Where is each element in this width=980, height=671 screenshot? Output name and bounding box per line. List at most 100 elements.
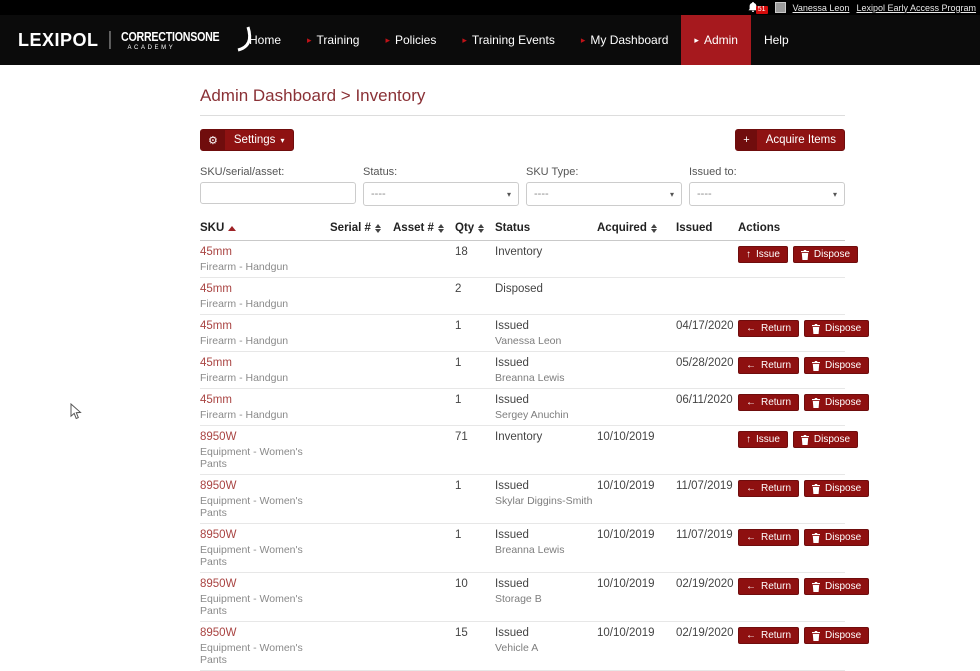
sku-link[interactable]: 45mm <box>200 246 232 258</box>
sku-category: Firearm - Handgun <box>200 298 289 310</box>
column-header-serial[interactable]: Serial # <box>330 222 393 234</box>
academy-text: ACADEMY <box>127 45 176 51</box>
acquire-items-button[interactable]: + Acquire Items <box>735 129 845 151</box>
dispose-button[interactable]: Dispose <box>804 357 870 374</box>
return-button[interactable]: ← Return <box>738 357 800 374</box>
sku-filter-input[interactable] <box>200 182 356 204</box>
return-button[interactable]: ← Return <box>738 480 800 497</box>
caret-down-icon: ▾ <box>280 135 285 145</box>
cell-status: Issued Skylar Diggins-Smith <box>495 480 597 519</box>
lexipol-wordmark: LEXIPOL <box>18 29 99 50</box>
cell-status: Issued Breanna Lewis <box>495 529 597 568</box>
issue-button[interactable]: ↑ Issue <box>738 246 788 263</box>
status-text: Issued <box>495 394 529 406</box>
settings-button[interactable]: ⚙ Settings ▾ <box>200 129 295 151</box>
return-arrow-icon: ← <box>746 359 756 371</box>
column-header-label: Qty <box>455 222 475 234</box>
nav-items: Home ▸ Training ▸ Policies ▸ Training Ev… <box>236 15 980 65</box>
nav-item-policies[interactable]: ▸ Policies <box>372 15 449 65</box>
cell-qty: 1 <box>455 480 462 492</box>
avatar[interactable] <box>774 2 786 13</box>
status-assignee: Vehicle A <box>495 642 539 654</box>
status-text: Issued <box>495 480 529 492</box>
filter-status: Status: ---- ▾ <box>363 166 519 206</box>
return-button[interactable]: ← Return <box>738 627 800 644</box>
cell-serial <box>330 480 393 519</box>
column-header-label: SKU <box>200 222 225 234</box>
issue-button-label: Issue <box>756 249 780 260</box>
cell-sku: 45mm Firearm - Handgun <box>200 394 330 421</box>
status-filter-select[interactable]: ---- ▾ <box>363 182 519 206</box>
column-header-sku[interactable]: SKU <box>200 222 330 234</box>
dispose-button[interactable]: Dispose <box>804 394 870 411</box>
sku-type-filter-value: ---- <box>534 188 549 200</box>
sku-link[interactable]: 8950W <box>200 529 236 541</box>
dispose-button[interactable]: Dispose <box>804 480 870 497</box>
nav-item-training-events[interactable]: ▸ Training Events <box>449 15 567 65</box>
cell-acquired: 10/10/2019 <box>597 578 655 590</box>
sku-link[interactable]: 45mm <box>200 357 232 369</box>
acquire-items-button-label: Acquire Items <box>765 134 836 146</box>
sku-link[interactable]: 8950W <box>200 431 236 443</box>
sku-link[interactable]: 45mm <box>200 394 232 406</box>
nav-item-training[interactable]: ▸ Training <box>294 15 372 65</box>
column-header-acquired[interactable]: Acquired <box>597 222 676 234</box>
cell-asset <box>393 246 455 273</box>
trash-icon <box>812 581 821 592</box>
issue-button[interactable]: ↑ Issue <box>738 431 788 448</box>
dispose-button[interactable]: Dispose <box>804 578 870 595</box>
column-header-label: Issued <box>676 222 713 234</box>
correctionsone-wordmark: CORRECTIONSONE ACADEMY <box>121 26 252 52</box>
cell-status: Disposed <box>495 283 597 310</box>
cell-status: Issued Vanessa Leon <box>495 320 597 347</box>
cell-acquired: 10/10/2019 <box>597 529 655 541</box>
dispose-button[interactable]: Dispose <box>804 627 870 644</box>
cell-serial <box>330 627 393 666</box>
dispose-button[interactable]: Dispose <box>804 320 870 337</box>
cell-issued: 11/07/2019 <box>676 480 733 492</box>
sku-link[interactable]: 8950W <box>200 627 236 639</box>
cell-actions: ← Return Dispose <box>738 480 870 519</box>
submenu-arrow-icon: ▸ <box>694 34 699 45</box>
cell-asset <box>393 394 455 421</box>
early-access-program-link[interactable]: Lexipol Early Access Program <box>856 3 976 13</box>
dispose-button[interactable]: Dispose <box>804 529 870 546</box>
return-button[interactable]: ← Return <box>738 320 800 337</box>
cell-status: Issued Vehicle A <box>495 627 597 666</box>
submenu-arrow-icon: ▸ <box>580 34 586 45</box>
sku-link[interactable]: 8950W <box>200 480 236 492</box>
return-button[interactable]: ← Return <box>738 529 800 546</box>
cell-acquired <box>597 320 676 347</box>
nav-item-admin[interactable]: ▸ Admin <box>681 15 751 65</box>
return-button[interactable]: ← Return <box>738 394 800 411</box>
dispose-button-label: Dispose <box>825 532 862 543</box>
cell-asset <box>393 480 455 519</box>
sku-type-filter-select[interactable]: ---- ▾ <box>526 182 682 206</box>
nav-item-help[interactable]: Help <box>751 15 802 65</box>
sku-link[interactable]: 45mm <box>200 283 232 295</box>
cell-qty: 1 <box>455 529 462 541</box>
cell-issued <box>676 283 738 310</box>
brand-logo[interactable]: LEXIPOL | CORRECTIONSONE ACADEMY <box>0 15 252 65</box>
table-body: 45mm Firearm - Handgun 18 Inventory ↑ Is… <box>200 241 870 671</box>
sku-link[interactable]: 8950W <box>200 578 236 590</box>
return-button[interactable]: ← Return <box>738 578 800 595</box>
sku-link[interactable]: 45mm <box>200 320 232 332</box>
dispose-button[interactable]: Dispose <box>792 431 859 448</box>
nav-item-my-dashboard[interactable]: ▸ My Dashboard <box>568 15 682 65</box>
status-assignee: Storage B <box>495 593 542 605</box>
toolbar: ⚙ Settings ▾ + Acquire Items <box>200 129 845 151</box>
dispose-button[interactable]: Dispose <box>792 246 859 263</box>
issued-to-filter-select[interactable]: ---- ▾ <box>689 182 845 206</box>
cell-serial <box>330 431 393 470</box>
dispose-button-label: Dispose <box>825 360 862 371</box>
cell-sku: 8950W Equipment - Women's Pants <box>200 578 330 617</box>
nav-label: My Dashboard <box>590 33 669 47</box>
column-header-asset[interactable]: Asset # <box>393 222 455 234</box>
user-name-link[interactable]: Vanessa Leon <box>793 3 850 13</box>
status-assignee: Vanessa Leon <box>495 335 562 347</box>
notifications-button[interactable]: 51 <box>748 1 768 14</box>
column-header-qty[interactable]: Qty <box>455 222 495 234</box>
table-row: 8950W Equipment - Women's Pants 15 Issue… <box>200 622 870 671</box>
status-text: Issued <box>495 529 529 541</box>
